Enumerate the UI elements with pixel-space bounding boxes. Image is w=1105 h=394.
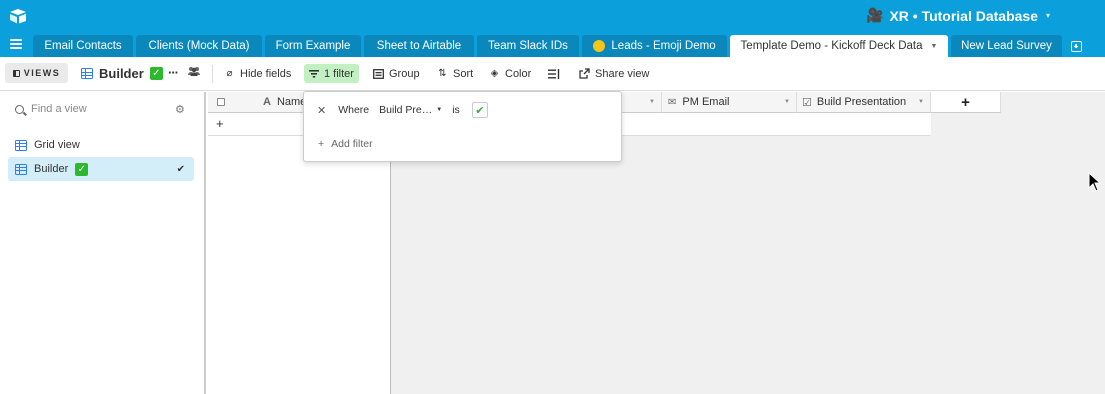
grid-view-icon: [15, 139, 27, 151]
select-all-checkbox[interactable]: [217, 98, 225, 106]
hide-fields-button[interactable]: ⌀ Hide fields: [219, 64, 296, 83]
filter-label: 1 filter: [324, 67, 354, 80]
sidebar-item-builder[interactable]: Builder ✓ ✔: [8, 157, 194, 181]
gear-icon[interactable]: ⚙: [175, 103, 185, 116]
tab-team-slack-ids[interactable]: Team Slack IDs: [477, 35, 579, 57]
selected-check-icon: ✔: [176, 163, 185, 175]
filter-icon: [309, 69, 319, 78]
tab-label: New Lead Survey: [961, 40, 1052, 52]
chevron-down-icon[interactable]: ▼: [918, 99, 924, 105]
filter-field-value: Build Pre…: [379, 104, 433, 116]
toolbar-divider: [212, 65, 213, 83]
tab-label: Sheet to Airtable: [376, 40, 462, 52]
add-filter-button[interactable]: + Add filter: [318, 138, 373, 150]
sort-label: Sort: [453, 67, 474, 80]
tab-leads-emoji-demo[interactable]: Leads - Emoji Demo: [582, 35, 727, 57]
tab-template-demo[interactable]: Template Demo - Kickoff Deck Data ▼: [730, 35, 948, 57]
email-field-icon: ✉: [668, 96, 677, 108]
table-tabs-bar: Email Contacts Clients (Mock Data) Form …: [0, 33, 1105, 57]
views-sidebar: Find a view ⚙ Grid view Builder ✓ ✔: [0, 92, 206, 394]
column-header-build-presentation[interactable]: ☑ Build Presentation ▼: [797, 92, 931, 113]
plus-icon: +: [318, 138, 325, 150]
filter-condition-row: ✕ Where Build Pre… ▼ is ✔: [317, 102, 488, 118]
eye-slash-icon: ⌀: [226, 68, 233, 79]
airtable-logo-icon[interactable]: [9, 8, 27, 24]
share-view-label: Share view: [595, 67, 650, 80]
row-height-button[interactable]: [543, 64, 565, 83]
tab-email-contacts[interactable]: Email Contacts: [33, 35, 133, 57]
app-header: 🎥 XR • Tutorial Database ▾: [0, 0, 1105, 33]
add-column-button[interactable]: +: [931, 92, 1001, 113]
chevron-down-icon[interactable]: ▼: [649, 99, 655, 105]
filter-field-select[interactable]: Build Pre… ▼: [379, 104, 442, 116]
more-options-icon[interactable]: ···: [168, 65, 179, 80]
group-label: Group: [389, 67, 420, 80]
share-view-button[interactable]: Share view: [574, 64, 654, 83]
column-header-label: Name: [276, 96, 307, 108]
find-view-placeholder[interactable]: Find a view: [31, 103, 87, 115]
grid-view-icon: [15, 163, 27, 175]
sidebar-item-label: Builder: [34, 163, 69, 175]
base-title[interactable]: 🎥 XR • Tutorial Database ▾: [866, 7, 1050, 24]
tab-label: Team Slack IDs: [488, 40, 568, 52]
find-view-search[interactable]: Find a view: [15, 103, 87, 115]
column-header-pm-email[interactable]: ✉ PM Email ▼: [662, 92, 797, 113]
tab-label: Form Example: [275, 40, 351, 52]
views-label: VIEWS: [23, 68, 61, 78]
base-title-text: XR • Tutorial Database: [889, 7, 1039, 24]
filter-popover: ✕ Where Build Pre… ▼ is ✔ + Add filter: [303, 91, 622, 162]
color-label: Color: [505, 67, 532, 80]
check-mark-icon: ✓: [149, 67, 163, 80]
check-mark-icon: ✓: [75, 162, 89, 176]
plus-icon: +: [216, 116, 224, 131]
sidebar-item-label: Grid view: [34, 139, 80, 151]
views-toggle-button[interactable]: VIEWS: [5, 63, 68, 83]
tab-sheet-to-airtable[interactable]: Sheet to Airtable: [364, 35, 474, 57]
chevron-down-icon[interactable]: ▼: [931, 43, 938, 50]
tab-label: Clients (Mock Data): [148, 40, 250, 52]
paint-bucket-icon: ◈: [490, 68, 499, 79]
tab-new-lead-survey[interactable]: New Lead Survey: [951, 35, 1062, 57]
checkbox-field-icon: ☑: [802, 96, 812, 109]
grid-view-icon: [81, 68, 93, 79]
sort-icon: ⇅: [438, 68, 447, 79]
color-button[interactable]: ◈ Color: [484, 64, 536, 83]
row-height-icon: [548, 68, 560, 79]
view-toolbar: VIEWS Builder ✓ ··· ⌀ Hide fields 1 filt…: [0, 57, 1105, 91]
hide-fields-label: Hide fields: [240, 67, 292, 80]
filter-button[interactable]: 1 filter: [304, 64, 359, 83]
column-header-label: Build Presentation: [816, 96, 907, 108]
hamburger-menu-icon[interactable]: [10, 39, 22, 49]
group-icon: [373, 68, 384, 79]
sidebar-item-grid-view[interactable]: Grid view: [8, 133, 194, 157]
sidebar-icon: [12, 69, 20, 77]
remove-filter-icon[interactable]: ✕: [317, 104, 326, 117]
tab-form-example[interactable]: Form Example: [265, 35, 361, 57]
chevron-down-icon: ▼: [436, 107, 443, 113]
current-view-switcher[interactable]: Builder ✓: [81, 66, 163, 81]
movie-camera-icon: 🎥: [866, 7, 884, 23]
tab-label: Leads - Emoji Demo: [611, 40, 716, 52]
yellow-circle-icon: [593, 40, 606, 52]
current-view-name: Builder: [99, 66, 144, 81]
search-icon: [15, 104, 24, 114]
column-header-label: PM Email: [682, 96, 730, 108]
sort-button[interactable]: ⇅ Sort: [432, 64, 478, 83]
collaborators-icon[interactable]: [187, 66, 201, 79]
mouse-cursor-icon: [1088, 172, 1102, 192]
chevron-down-icon[interactable]: ▼: [784, 99, 790, 105]
text-field-icon: A: [263, 96, 271, 108]
filter-operator-select[interactable]: is: [452, 104, 460, 116]
tab-label: Email Contacts: [44, 40, 122, 52]
chevron-down-icon: ▾: [1046, 11, 1051, 20]
add-table-icon[interactable]: [1071, 41, 1082, 52]
filter-value-checkbox[interactable]: ✔: [471, 102, 488, 118]
tab-label: Template Demo - Kickoff Deck Data: [740, 40, 923, 52]
filter-where-label: Where: [338, 104, 370, 116]
group-button[interactable]: Group: [368, 64, 425, 83]
tab-clients-mock-data[interactable]: Clients (Mock Data): [136, 35, 262, 57]
add-filter-label: Add filter: [331, 138, 373, 150]
share-icon: [579, 68, 590, 79]
